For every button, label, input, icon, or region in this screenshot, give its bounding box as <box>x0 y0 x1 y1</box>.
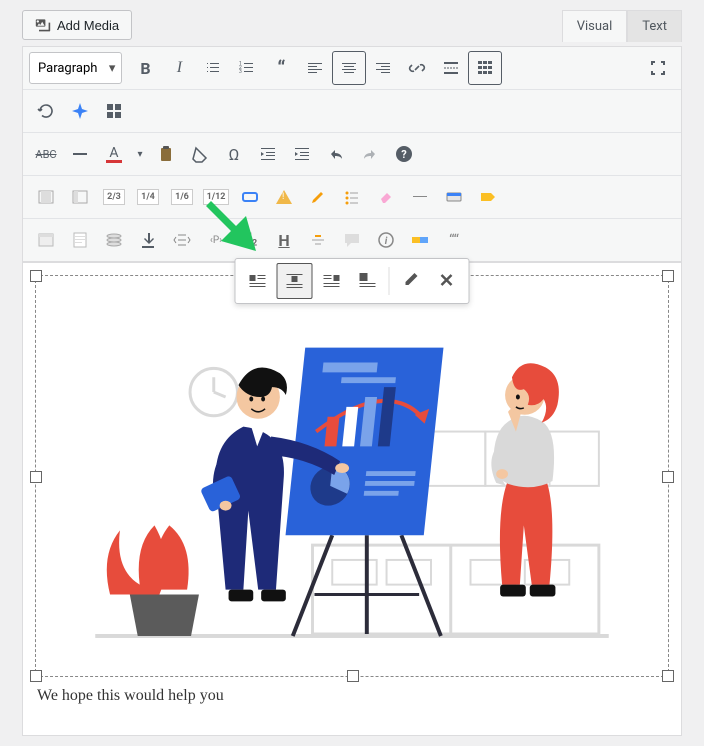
fullscreen-button[interactable] <box>642 52 674 84</box>
svg-text:i: i <box>385 236 388 247</box>
label-button[interactable] <box>404 224 436 256</box>
warning-icon <box>276 190 292 204</box>
blockquote-button[interactable]: “ <box>265 52 297 84</box>
tab-text[interactable]: Text <box>627 10 682 42</box>
resize-handle-br[interactable] <box>662 670 674 682</box>
card-button[interactable] <box>438 181 470 213</box>
strikethrough-button[interactable]: ABC <box>30 138 62 170</box>
indent-button[interactable] <box>286 138 318 170</box>
ai-button[interactable] <box>64 95 96 127</box>
resize-handle-bm[interactable] <box>347 670 359 682</box>
text-color-dropdown[interactable]: ▾ <box>132 138 148 170</box>
copyright-button[interactable]: ““ <box>438 224 470 256</box>
download-button[interactable] <box>132 224 164 256</box>
img-remove-button[interactable] <box>430 263 464 297</box>
add-media-button[interactable]: Add Media <box>22 10 132 40</box>
selected-image[interactable] <box>35 275 669 677</box>
toolbar-row-3: ABC A ▾ Ω ? <box>23 132 681 175</box>
undo-button[interactable] <box>320 138 352 170</box>
column-split-button[interactable] <box>64 181 96 213</box>
resize-handle-tr[interactable] <box>662 270 674 282</box>
italic-button[interactable]: I <box>163 52 195 84</box>
bullet-list-button[interactable] <box>197 52 229 84</box>
warning-button[interactable] <box>268 181 300 213</box>
grid-button[interactable] <box>98 95 130 127</box>
link-button[interactable] <box>401 52 433 84</box>
img-align-none-button[interactable] <box>351 263 385 297</box>
redo-button[interactable] <box>354 138 386 170</box>
eraser-button[interactable] <box>370 181 402 213</box>
read-more-button[interactable] <box>435 52 467 84</box>
align-tool-button[interactable] <box>302 224 334 256</box>
media-icon <box>35 17 51 33</box>
text-color-button[interactable]: A <box>98 138 130 170</box>
image-toolbar <box>235 258 470 304</box>
chat-button[interactable] <box>336 224 368 256</box>
stack-button[interactable] <box>98 224 130 256</box>
tag-button[interactable] <box>472 181 504 213</box>
resize-handle-rm[interactable] <box>662 471 674 483</box>
presentation-illustration <box>36 276 668 676</box>
checklist-button[interactable] <box>336 181 368 213</box>
info-button[interactable]: i <box>370 224 402 256</box>
toolbar-toggle-button[interactable] <box>469 52 501 84</box>
outdent-button[interactable] <box>252 138 284 170</box>
number-list-button[interactable]: 123 <box>231 52 263 84</box>
resize-handle-tl[interactable] <box>30 270 42 282</box>
svg-text:?: ? <box>401 148 407 161</box>
img-align-left-button[interactable] <box>241 263 275 297</box>
separator <box>389 267 390 295</box>
refresh-button[interactable] <box>30 95 62 127</box>
clear-format-button[interactable] <box>184 138 216 170</box>
line-button[interactable] <box>404 181 436 213</box>
highlight-button[interactable] <box>302 181 334 213</box>
toolbar-row-2 <box>23 89 681 132</box>
hr-button[interactable] <box>64 138 96 170</box>
img-align-center-button[interactable] <box>277 263 313 299</box>
window-button[interactable] <box>30 224 62 256</box>
toolbar-row-1: Paragraph B I 123 “ <box>23 47 681 89</box>
help-button[interactable]: ? <box>388 138 420 170</box>
expand-button[interactable] <box>166 224 198 256</box>
fraction-23-button[interactable]: 2/3 <box>98 181 130 213</box>
paste-text-button[interactable] <box>150 138 182 170</box>
annotation-arrow-icon <box>201 196 271 266</box>
editor-mode-tabs: Visual Text <box>562 10 682 42</box>
align-center-button[interactable] <box>333 52 365 84</box>
resize-handle-lm[interactable] <box>30 471 42 483</box>
fraction-14-button[interactable]: 1/4 <box>132 181 164 213</box>
toolbar-row-4: 2/3 1/4 1/6 1/12 <box>23 175 681 218</box>
img-align-right-button[interactable] <box>315 263 349 297</box>
tab-visual[interactable]: Visual <box>562 10 628 42</box>
editor-toolbar: Paragraph B I 123 “ ABC A ▾ Ω ? <box>22 46 682 262</box>
align-left-button[interactable] <box>299 52 331 84</box>
underline-h-button[interactable]: H <box>268 224 300 256</box>
format-select[interactable]: Paragraph <box>29 52 122 84</box>
column-single-button[interactable] <box>30 181 62 213</box>
add-media-label: Add Media <box>57 18 119 33</box>
toolbar-row-5: ‹P› H2 H i ““ <box>23 218 681 261</box>
align-right-button[interactable] <box>367 52 399 84</box>
svg-text:3: 3 <box>239 69 242 75</box>
editor-content-area[interactable]: We hope this would help you <box>22 262 682 736</box>
editor-text[interactable]: We hope this would help you <box>29 683 675 709</box>
special-char-button[interactable]: Ω <box>218 138 250 170</box>
bold-button[interactable]: B <box>129 52 161 84</box>
note-button[interactable] <box>64 224 96 256</box>
fraction-16-button[interactable]: 1/6 <box>166 181 198 213</box>
img-edit-button[interactable] <box>394 263 428 297</box>
resize-handle-bl[interactable] <box>30 670 42 682</box>
